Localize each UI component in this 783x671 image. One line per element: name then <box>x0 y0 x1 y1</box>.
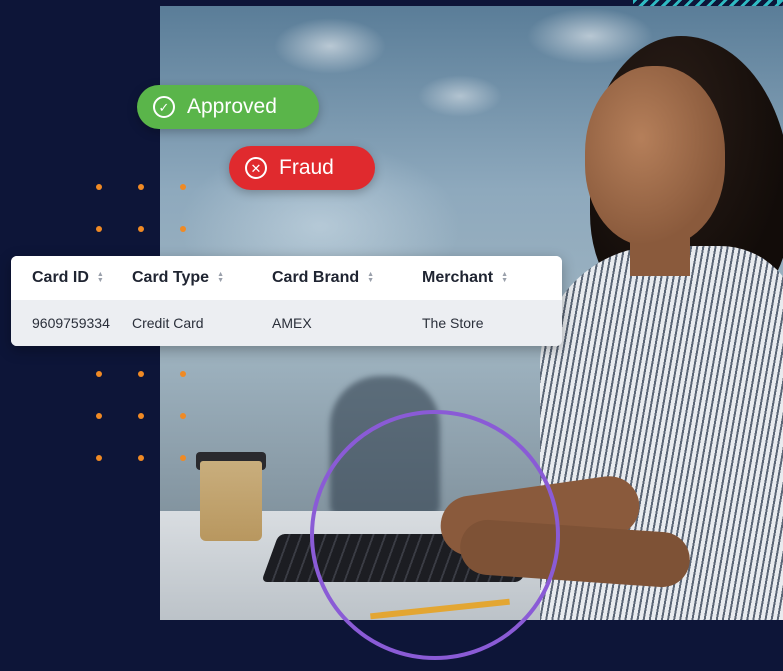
check-circle-icon: ✓ <box>153 96 175 118</box>
dot <box>96 184 102 190</box>
fraud-badge: ✕ Fraud <box>229 146 375 190</box>
column-header-label: Card Brand <box>272 269 360 286</box>
column-header-card-type[interactable]: Card Type ▲ ▼ <box>132 269 272 287</box>
sort-icon: ▲ ▼ <box>217 271 224 284</box>
dot <box>180 413 186 419</box>
dot <box>138 226 144 232</box>
approved-label: Approved <box>187 95 277 118</box>
cell-card-type: Credit Card <box>132 315 204 331</box>
cell-card-brand: AMEX <box>272 315 312 331</box>
dot <box>138 184 144 190</box>
table-row[interactable]: 9609759334 Credit Card AMEX The Store <box>11 300 562 346</box>
dot <box>180 226 186 232</box>
column-header-merchant[interactable]: Merchant ▲ ▼ <box>422 269 562 287</box>
fraud-label: Fraud <box>279 156 334 179</box>
dot <box>96 413 102 419</box>
cell-merchant: The Store <box>422 315 484 331</box>
transaction-table: Card ID ▲ ▼ Card Type ▲ ▼ Card Brand ▲ ▼ Me… <box>11 256 562 346</box>
cell-card-id: 9609759334 <box>32 315 110 331</box>
sort-icon: ▲ ▼ <box>96 271 104 284</box>
column-header-label: Merchant <box>422 269 494 286</box>
sort-icon: ▲ ▼ <box>501 271 509 284</box>
x-circle-icon: ✕ <box>245 157 267 179</box>
coffee-cup <box>200 461 262 541</box>
dot <box>180 184 186 190</box>
dot <box>96 371 102 377</box>
woman-face <box>585 66 725 246</box>
dot <box>138 371 144 377</box>
column-header-card-brand[interactable]: Card Brand ▲ ▼ <box>272 269 422 287</box>
table-header-row: Card ID ▲ ▼ Card Type ▲ ▼ Card Brand ▲ ▼ Me… <box>11 256 562 300</box>
column-header-label: Card ID <box>32 269 89 286</box>
dot <box>96 226 102 232</box>
column-header-label: Card Type <box>132 269 210 286</box>
dot <box>180 455 186 461</box>
approved-badge: ✓ Approved <box>137 85 319 129</box>
purple-highlight-ring <box>310 410 560 660</box>
sort-icon: ▲ ▼ <box>367 271 375 284</box>
dot <box>138 455 144 461</box>
dot <box>96 455 102 461</box>
column-header-card-id[interactable]: Card ID ▲ ▼ <box>11 269 132 287</box>
dot <box>138 413 144 419</box>
dot <box>180 371 186 377</box>
